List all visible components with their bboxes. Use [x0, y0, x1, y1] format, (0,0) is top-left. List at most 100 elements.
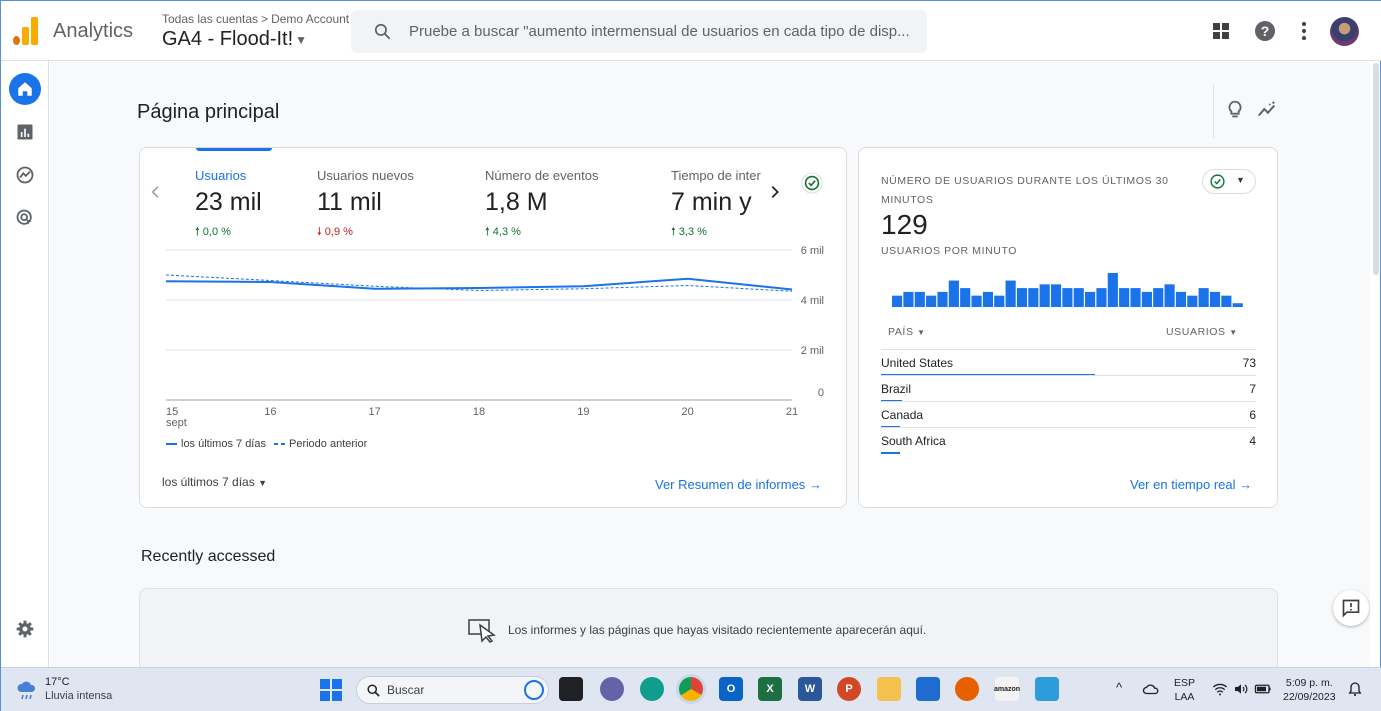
- minute-bar[interactable]: [1141, 291, 1152, 307]
- minute-bar[interactable]: [1016, 288, 1028, 307]
- minute-bar[interactable]: [1107, 273, 1118, 307]
- country-name: Brazil: [881, 382, 912, 396]
- minute-bar[interactable]: [926, 295, 937, 307]
- more-vert-icon[interactable]: [1292, 19, 1316, 43]
- powerpoint-icon[interactable]: P: [837, 677, 861, 701]
- lightbulb-icon[interactable]: [1224, 99, 1246, 121]
- task-view-icon[interactable]: [559, 677, 583, 701]
- search-icon: [374, 23, 391, 40]
- weather-desc[interactable]: Lluvia intensa: [45, 690, 112, 702]
- minute-bar[interactable]: [1164, 284, 1175, 307]
- chevron-left-icon[interactable]: [148, 184, 164, 200]
- amazon-icon[interactable]: amazon: [994, 677, 1020, 701]
- weather-temp[interactable]: 17°C: [45, 676, 70, 688]
- chevron-up-icon[interactable]: ^: [1116, 680, 1122, 695]
- minute-bar[interactable]: [892, 295, 903, 307]
- realtime-metric-selector[interactable]: ▼: [1202, 169, 1256, 194]
- minute-bar[interactable]: [1187, 295, 1198, 307]
- table-row[interactable]: Canada 6: [881, 401, 1256, 428]
- minute-bar[interactable]: [1153, 288, 1164, 307]
- minute-bar[interactable]: [1119, 288, 1130, 307]
- store-icon[interactable]: [916, 677, 940, 701]
- table-row[interactable]: South Africa 4: [881, 427, 1256, 454]
- minute-bar[interactable]: [1005, 280, 1016, 307]
- help-icon[interactable]: ?: [1253, 19, 1277, 43]
- feedback-button[interactable]: [1333, 590, 1369, 626]
- minute-bar[interactable]: [1175, 291, 1187, 307]
- minute-bar[interactable]: [1085, 291, 1096, 307]
- minute-bar[interactable]: [1096, 288, 1107, 307]
- nav-advertising-button[interactable]: [9, 202, 41, 234]
- search-placeholder: Pruebe a buscar "aumento intermensual de…: [409, 23, 910, 40]
- nav-home-button[interactable]: [9, 73, 41, 105]
- minute-bar[interactable]: [1232, 303, 1243, 307]
- minute-bar[interactable]: [1028, 288, 1039, 307]
- notification-bell-icon[interactable]: [1347, 681, 1363, 697]
- view-realtime-link[interactable]: Ver en tiempo real →: [1130, 477, 1252, 492]
- edge-icon[interactable]: [640, 677, 664, 701]
- outlook-icon[interactable]: O: [719, 677, 743, 701]
- insights-icon[interactable]: [1256, 99, 1278, 121]
- file-explorer-icon[interactable]: [877, 677, 901, 701]
- minute-bar[interactable]: [1130, 288, 1141, 307]
- clock[interactable]: 5:09 p. m. 22/09/2023: [1283, 676, 1336, 704]
- page-scrollbar[interactable]: [1373, 63, 1379, 275]
- firefox-icon[interactable]: [955, 677, 979, 701]
- search-bar[interactable]: Pruebe a buscar "aumento intermensual de…: [351, 10, 927, 53]
- property-selector[interactable]: GA4 - Flood-It! ▼: [162, 28, 307, 51]
- metric-tab-events[interactable]: Número de eventos 1,8 M 🠕 4,3 %: [485, 168, 598, 242]
- chevron-right-icon[interactable]: [767, 184, 783, 200]
- windows-start-icon[interactable]: [320, 679, 342, 701]
- minute-bar[interactable]: [1050, 284, 1062, 307]
- date-range-selector[interactable]: los últimos 7 días ▼: [162, 475, 267, 489]
- minute-bar[interactable]: [1209, 291, 1221, 307]
- nav-explore-button[interactable]: [9, 159, 41, 191]
- metric-tab-engagement-time[interactable]: Tiempo de inter 7 min y 🠕 3,3 %: [671, 168, 763, 242]
- volume-icon[interactable]: [1233, 681, 1249, 697]
- minute-bar[interactable]: [1073, 288, 1084, 307]
- metric-tab-users[interactable]: Usuarios 23 mil 🠕 0,0 %: [195, 168, 262, 242]
- cloud-icon[interactable]: [1142, 681, 1160, 697]
- bing-icon[interactable]: [524, 680, 544, 700]
- y-tick-label: 2 mil: [801, 345, 824, 357]
- analytics-logo-icon[interactable]: [13, 17, 39, 45]
- minute-bar[interactable]: [971, 295, 982, 307]
- view-reports-link[interactable]: Ver Resumen de informes →: [655, 477, 822, 492]
- account-avatar[interactable]: [1330, 17, 1359, 46]
- minute-bar[interactable]: [903, 291, 914, 307]
- apps-grid-icon[interactable]: [1209, 19, 1233, 43]
- nav-admin-button[interactable]: [9, 613, 41, 645]
- minute-bar[interactable]: [994, 295, 1005, 307]
- weather-rain-icon[interactable]: [15, 678, 39, 702]
- minute-bar[interactable]: [1039, 284, 1050, 307]
- breadcrumb-root[interactable]: Todas las cuentas: [162, 12, 258, 26]
- check-circle-icon[interactable]: [801, 172, 823, 194]
- keyboard-language[interactable]: ESP LAA: [1174, 676, 1195, 704]
- column-header-country[interactable]: PAÍS ▼: [888, 326, 926, 338]
- minute-bar[interactable]: [982, 291, 993, 307]
- table-row[interactable]: Brazil 7: [881, 375, 1256, 402]
- chrome-icon[interactable]: [679, 677, 703, 701]
- notepad-icon[interactable]: [1035, 677, 1059, 701]
- breadcrumb-account[interactable]: Demo Account: [271, 12, 349, 26]
- minute-bar[interactable]: [1198, 288, 1209, 307]
- taskbar-search[interactable]: Buscar: [356, 676, 549, 704]
- metric-tab-new-users[interactable]: Usuarios nuevos 11 mil 🠗 0,9 %: [317, 168, 414, 242]
- wifi-icon[interactable]: [1212, 681, 1228, 697]
- minute-bar[interactable]: [948, 280, 959, 307]
- teams-chat-icon[interactable]: [600, 677, 624, 701]
- word-icon[interactable]: W: [798, 677, 822, 701]
- country-name: United States: [881, 356, 954, 370]
- breadcrumb[interactable]: Todas las cuentas > Demo Account: [162, 12, 349, 26]
- minute-bar[interactable]: [960, 288, 971, 307]
- table-row[interactable]: United States 73: [881, 349, 1256, 376]
- minute-bar[interactable]: [914, 291, 925, 307]
- excel-icon[interactable]: X: [758, 677, 782, 701]
- battery-icon[interactable]: [1254, 681, 1272, 697]
- minute-bar[interactable]: [1062, 288, 1073, 307]
- minute-bar[interactable]: [1221, 295, 1232, 307]
- breadcrumb-separator: >: [261, 12, 269, 26]
- nav-reports-button[interactable]: [9, 116, 41, 148]
- minute-bar[interactable]: [937, 291, 948, 307]
- column-header-users[interactable]: USUARIOS ▼: [1166, 326, 1238, 338]
